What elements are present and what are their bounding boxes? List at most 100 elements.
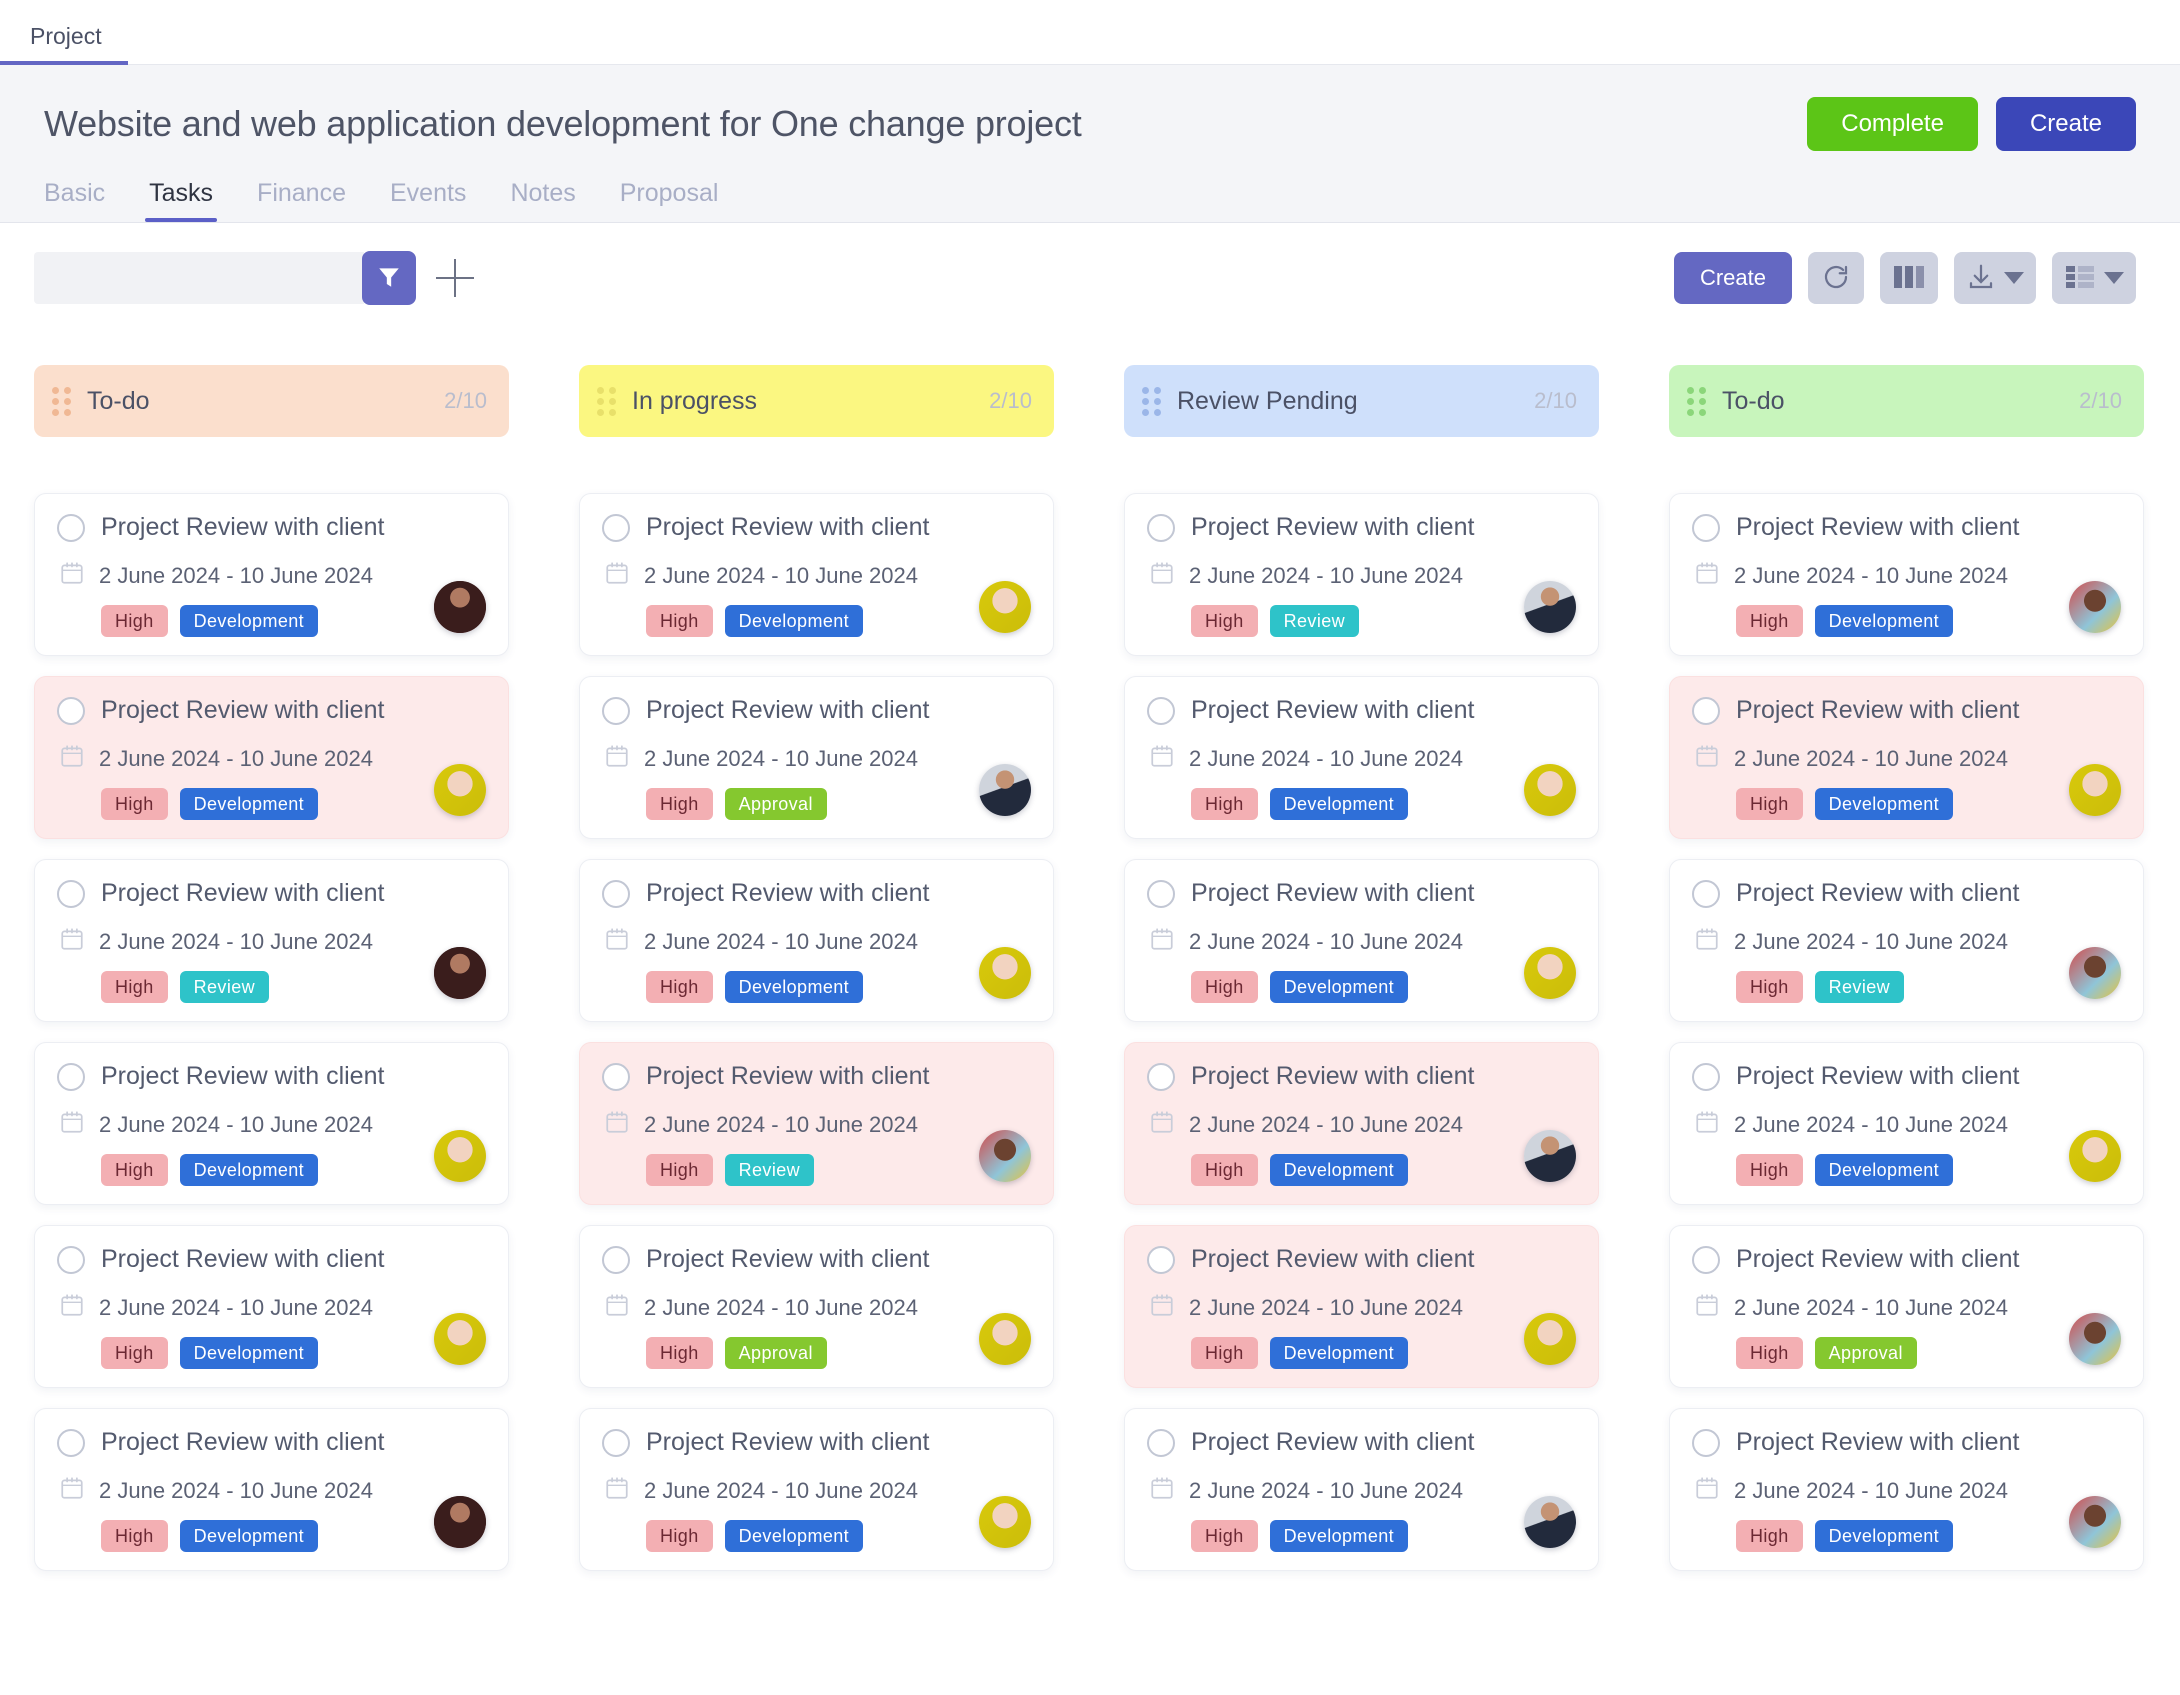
assignee-avatar[interactable] [979,1313,1031,1365]
task-complete-radio[interactable] [602,1429,630,1457]
task-card[interactable]: Project Review with client 2 June 2024 - … [579,1042,1054,1205]
list-view-button[interactable] [2052,252,2136,304]
calendar-icon [1149,560,1175,591]
task-card[interactable]: Project Review with client 2 June 2024 - … [1669,1408,2144,1571]
task-card[interactable]: Project Review with client 2 June 2024 - … [1669,1225,2144,1388]
task-complete-radio[interactable] [1692,1246,1720,1274]
task-complete-radio[interactable] [1147,1063,1175,1091]
create-button[interactable]: Create [1995,97,2136,151]
column-header[interactable]: Review Pending 2/10 [1124,365,1599,437]
assignee-avatar[interactable] [2069,764,2121,816]
task-complete-radio[interactable] [602,880,630,908]
assignee-avatar[interactable] [1524,1313,1576,1365]
task-card[interactable]: Project Review with client 2 June 2024 - … [1669,676,2144,839]
assignee-avatar[interactable] [1524,581,1576,633]
columns-view-button[interactable] [1880,252,1938,304]
task-complete-radio[interactable] [1147,697,1175,725]
task-complete-radio[interactable] [57,1429,85,1457]
task-card[interactable]: Project Review with client 2 June 2024 - … [34,1225,509,1388]
assignee-avatar[interactable] [1524,1496,1576,1548]
task-complete-radio[interactable] [602,1246,630,1274]
assignee-avatar[interactable] [434,1313,486,1365]
task-card[interactable]: Project Review with client 2 June 2024 - … [579,859,1054,1022]
assignee-avatar[interactable] [434,1130,486,1182]
task-card[interactable]: Project Review with client 2 June 2024 - … [34,859,509,1022]
task-complete-radio[interactable] [57,697,85,725]
task-card[interactable]: Project Review with client 2 June 2024 - … [579,1408,1054,1571]
tab-events[interactable]: Events [368,181,488,222]
avatar-woman-bokeh-bg [979,1130,1031,1182]
drag-handle-icon[interactable] [52,386,71,416]
drag-handle-icon[interactable] [1142,386,1161,416]
drag-handle-icon[interactable] [1687,386,1706,416]
assignee-avatar[interactable] [434,1496,486,1548]
task-card[interactable]: Project Review with client 2 June 2024 - … [1669,1042,2144,1205]
tab-tasks[interactable]: Tasks [127,181,235,222]
toolbar-create-button[interactable]: Create [1673,252,1792,304]
assignee-avatar[interactable] [2069,947,2121,999]
task-complete-radio[interactable] [1692,1429,1720,1457]
task-card[interactable]: Project Review with client 2 June 2024 - … [1669,493,2144,656]
refresh-button[interactable] [1808,252,1864,304]
task-complete-radio[interactable] [57,1246,85,1274]
task-complete-radio[interactable] [1692,880,1720,908]
assignee-avatar[interactable] [979,1130,1031,1182]
task-card[interactable]: Project Review with client 2 June 2024 - … [34,676,509,839]
column-header[interactable]: To-do 2/10 [1669,365,2144,437]
task-card[interactable]: Project Review with client 2 June 2024 - … [579,1225,1054,1388]
tab-proposal[interactable]: Proposal [598,181,741,222]
task-complete-radio[interactable] [1147,1246,1175,1274]
task-card[interactable]: Project Review with client 2 June 2024 - … [1124,493,1599,656]
task-complete-radio[interactable] [1692,514,1720,542]
assignee-avatar[interactable] [1524,1130,1576,1182]
task-complete-radio[interactable] [57,514,85,542]
task-complete-radio[interactable] [57,1063,85,1091]
task-complete-radio[interactable] [1147,1429,1175,1457]
assignee-avatar[interactable] [2069,1313,2121,1365]
task-card[interactable]: Project Review with client 2 June 2024 - … [579,676,1054,839]
task-card[interactable]: Project Review with client 2 June 2024 - … [1124,1408,1599,1571]
task-complete-radio[interactable] [602,697,630,725]
download-button[interactable] [1954,252,2036,304]
filter-button[interactable] [362,251,416,305]
assignee-avatar[interactable] [434,947,486,999]
complete-button[interactable]: Complete [1807,97,1978,151]
assignee-avatar[interactable] [434,764,486,816]
task-complete-radio[interactable] [1692,697,1720,725]
task-card[interactable]: Project Review with client 2 June 2024 - … [34,493,509,656]
column-header[interactable]: In progress 2/10 [579,365,1054,437]
task-complete-radio[interactable] [1147,514,1175,542]
assignee-avatar[interactable] [2069,581,2121,633]
search-input[interactable] [34,252,364,304]
assignee-avatar[interactable] [979,764,1031,816]
task-card[interactable]: Project Review with client 2 June 2024 - … [34,1042,509,1205]
tab-basic[interactable]: Basic [44,181,127,222]
task-complete-radio[interactable] [1147,880,1175,908]
task-complete-radio[interactable] [1692,1063,1720,1091]
task-complete-radio[interactable] [602,514,630,542]
assignee-avatar[interactable] [434,581,486,633]
assignee-avatar[interactable] [979,947,1031,999]
assignee-avatar[interactable] [979,581,1031,633]
assignee-avatar[interactable] [2069,1496,2121,1548]
task-card[interactable]: Project Review with client 2 June 2024 - … [1669,859,2144,1022]
chevron-down-icon [2004,272,2024,284]
task-card[interactable]: Project Review with client 2 June 2024 - … [1124,1225,1599,1388]
drag-handle-icon[interactable] [597,386,616,416]
tab-notes[interactable]: Notes [488,181,597,222]
assignee-avatar[interactable] [1524,947,1576,999]
column-header[interactable]: To-do 2/10 [34,365,509,437]
assignee-avatar[interactable] [1524,764,1576,816]
add-column-button[interactable] [436,259,474,297]
task-card[interactable]: Project Review with client 2 June 2024 - … [579,493,1054,656]
task-card[interactable]: Project Review with client 2 June 2024 - … [1124,859,1599,1022]
topbar-tab-project[interactable]: Project [0,25,128,65]
assignee-avatar[interactable] [979,1496,1031,1548]
task-complete-radio[interactable] [602,1063,630,1091]
tab-finance[interactable]: Finance [235,181,368,222]
task-card[interactable]: Project Review with client 2 June 2024 - … [34,1408,509,1571]
task-complete-radio[interactable] [57,880,85,908]
task-card[interactable]: Project Review with client 2 June 2024 - … [1124,676,1599,839]
task-card[interactable]: Project Review with client 2 June 2024 - … [1124,1042,1599,1205]
assignee-avatar[interactable] [2069,1130,2121,1182]
